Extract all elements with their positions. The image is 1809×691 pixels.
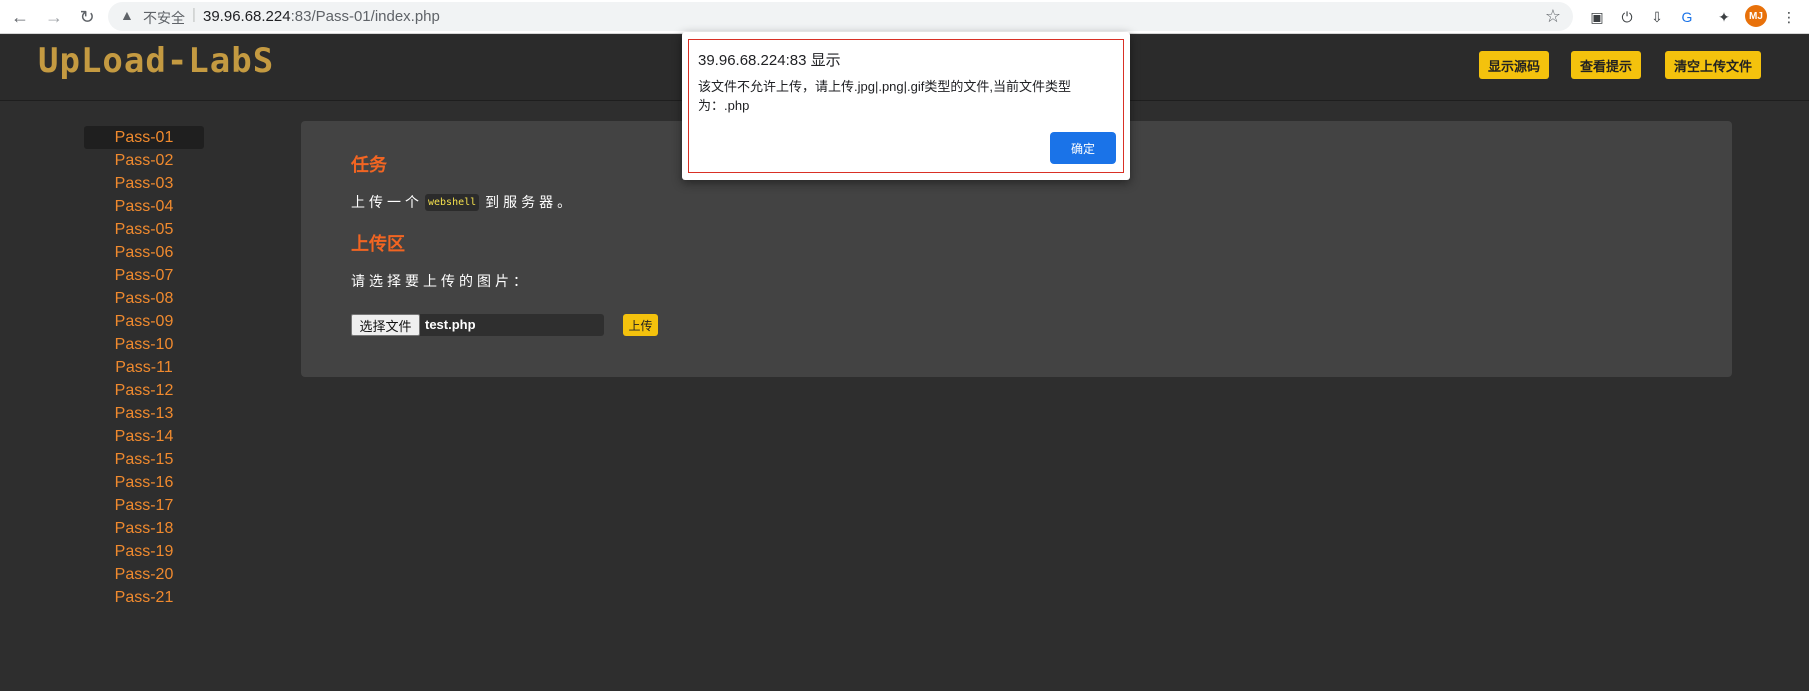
address-bar[interactable]: ▲ 不安全 | 39.96.68.224:83/Pass-01/index.ph…	[108, 2, 1573, 31]
view-hint-button[interactable]: 查看提示	[1571, 51, 1641, 79]
sidebar-item-pass-21[interactable]: Pass-21	[84, 586, 204, 609]
warning-icon[interactable]: ▲	[120, 7, 134, 23]
sidebar-nav: Pass-01 Pass-02 Pass-03 Pass-04 Pass-05 Pass-…	[84, 126, 204, 609]
url-host: 39.96.68.224	[203, 8, 291, 25]
back-arrow-icon[interactable]: ←	[8, 5, 32, 29]
url-path: /Pass-01/index.php	[311, 8, 440, 25]
download-icon[interactable]: ⇩	[1646, 6, 1668, 28]
address-separator: |	[192, 6, 196, 23]
puzzle-extensions-icon[interactable]: ✦	[1713, 6, 1735, 28]
sidebar-item-pass-20[interactable]: Pass-20	[84, 563, 204, 586]
insecure-label[interactable]: 不安全	[143, 8, 185, 28]
sidebar-item-pass-07[interactable]: Pass-07	[84, 264, 204, 287]
sidebar-item-pass-12[interactable]: Pass-12	[84, 379, 204, 402]
forward-arrow-icon[interactable]: →	[42, 5, 66, 29]
task-suffix: 到服务器。	[485, 194, 576, 210]
show-source-button[interactable]: 显示源码	[1479, 51, 1549, 79]
sidebar-item-pass-10[interactable]: Pass-10	[84, 333, 204, 356]
sidebar-item-pass-09[interactable]: Pass-09	[84, 310, 204, 333]
reload-icon[interactable]: ↻	[75, 5, 99, 29]
power-icon[interactable]: ⏻	[1616, 6, 1638, 28]
bookmark-star-icon[interactable]: ☆	[1545, 6, 1561, 27]
sidebar-item-pass-18[interactable]: Pass-18	[84, 517, 204, 540]
task-description: 上传一个 webshell 到服务器。	[351, 192, 575, 212]
url-text[interactable]: 39.96.68.224:83/Pass-01/index.php	[203, 8, 440, 25]
sidebar-item-pass-19[interactable]: Pass-19	[84, 540, 204, 563]
sidebar-item-pass-08[interactable]: Pass-08	[84, 287, 204, 310]
file-input[interactable]: 选择文件 test.php	[351, 314, 604, 336]
sidebar-item-pass-13[interactable]: Pass-13	[84, 402, 204, 425]
url-port: :83	[290, 8, 312, 25]
dialog-title: 39.96.68.224:83 显示	[698, 52, 841, 69]
sidebar-item-pass-05[interactable]: Pass-05	[84, 218, 204, 241]
selected-file-name: test.php	[425, 317, 476, 332]
task-heading: 任务	[351, 155, 387, 175]
dialog-message: 该文件不允许上传，请上传.jpg|.png|.gif类型的文件,当前文件类型为：…	[698, 79, 1071, 113]
sidebar-item-pass-16[interactable]: Pass-16	[84, 471, 204, 494]
webshell-code: webshell	[425, 193, 480, 211]
upload-heading: 上传区	[351, 234, 405, 254]
profile-avatar[interactable]: MJ	[1745, 5, 1767, 27]
browser-toolbar: ← → ↻ ▲ 不安全 | 39.96.68.224:83/Pass-01/in…	[0, 0, 1809, 34]
extension-icon[interactable]: ▣	[1586, 6, 1608, 28]
upload-submit-button[interactable]: 上传	[623, 314, 658, 336]
alert-dialog: 39.96.68.224:83 显示 该文件不允许上传，请上传.jpg|.png…	[682, 32, 1130, 180]
choose-file-button[interactable]: 选择文件	[351, 314, 420, 336]
site-logo: UpLoad-LabS	[38, 41, 275, 81]
sidebar-item-pass-01[interactable]: Pass-01	[84, 126, 204, 149]
task-prefix: 上传一个	[351, 194, 423, 210]
sidebar-item-pass-06[interactable]: Pass-06	[84, 241, 204, 264]
menu-kebab-icon[interactable]: ⋮	[1778, 6, 1800, 28]
sidebar-item-pass-02[interactable]: Pass-02	[84, 149, 204, 172]
choose-image-label: 请选择要上传的图片：	[351, 273, 531, 289]
sidebar-item-pass-04[interactable]: Pass-04	[84, 195, 204, 218]
sidebar-item-pass-11[interactable]: Pass-11	[84, 356, 204, 379]
clear-uploads-button[interactable]: 清空上传文件	[1665, 51, 1761, 79]
sidebar-item-pass-14[interactable]: Pass-14	[84, 425, 204, 448]
sidebar-item-pass-15[interactable]: Pass-15	[84, 448, 204, 471]
dialog-ok-button[interactable]: 确定	[1050, 132, 1116, 164]
translate-icon[interactable]: G	[1676, 6, 1698, 28]
sidebar-item-pass-17[interactable]: Pass-17	[84, 494, 204, 517]
sidebar-item-pass-03[interactable]: Pass-03	[84, 172, 204, 195]
